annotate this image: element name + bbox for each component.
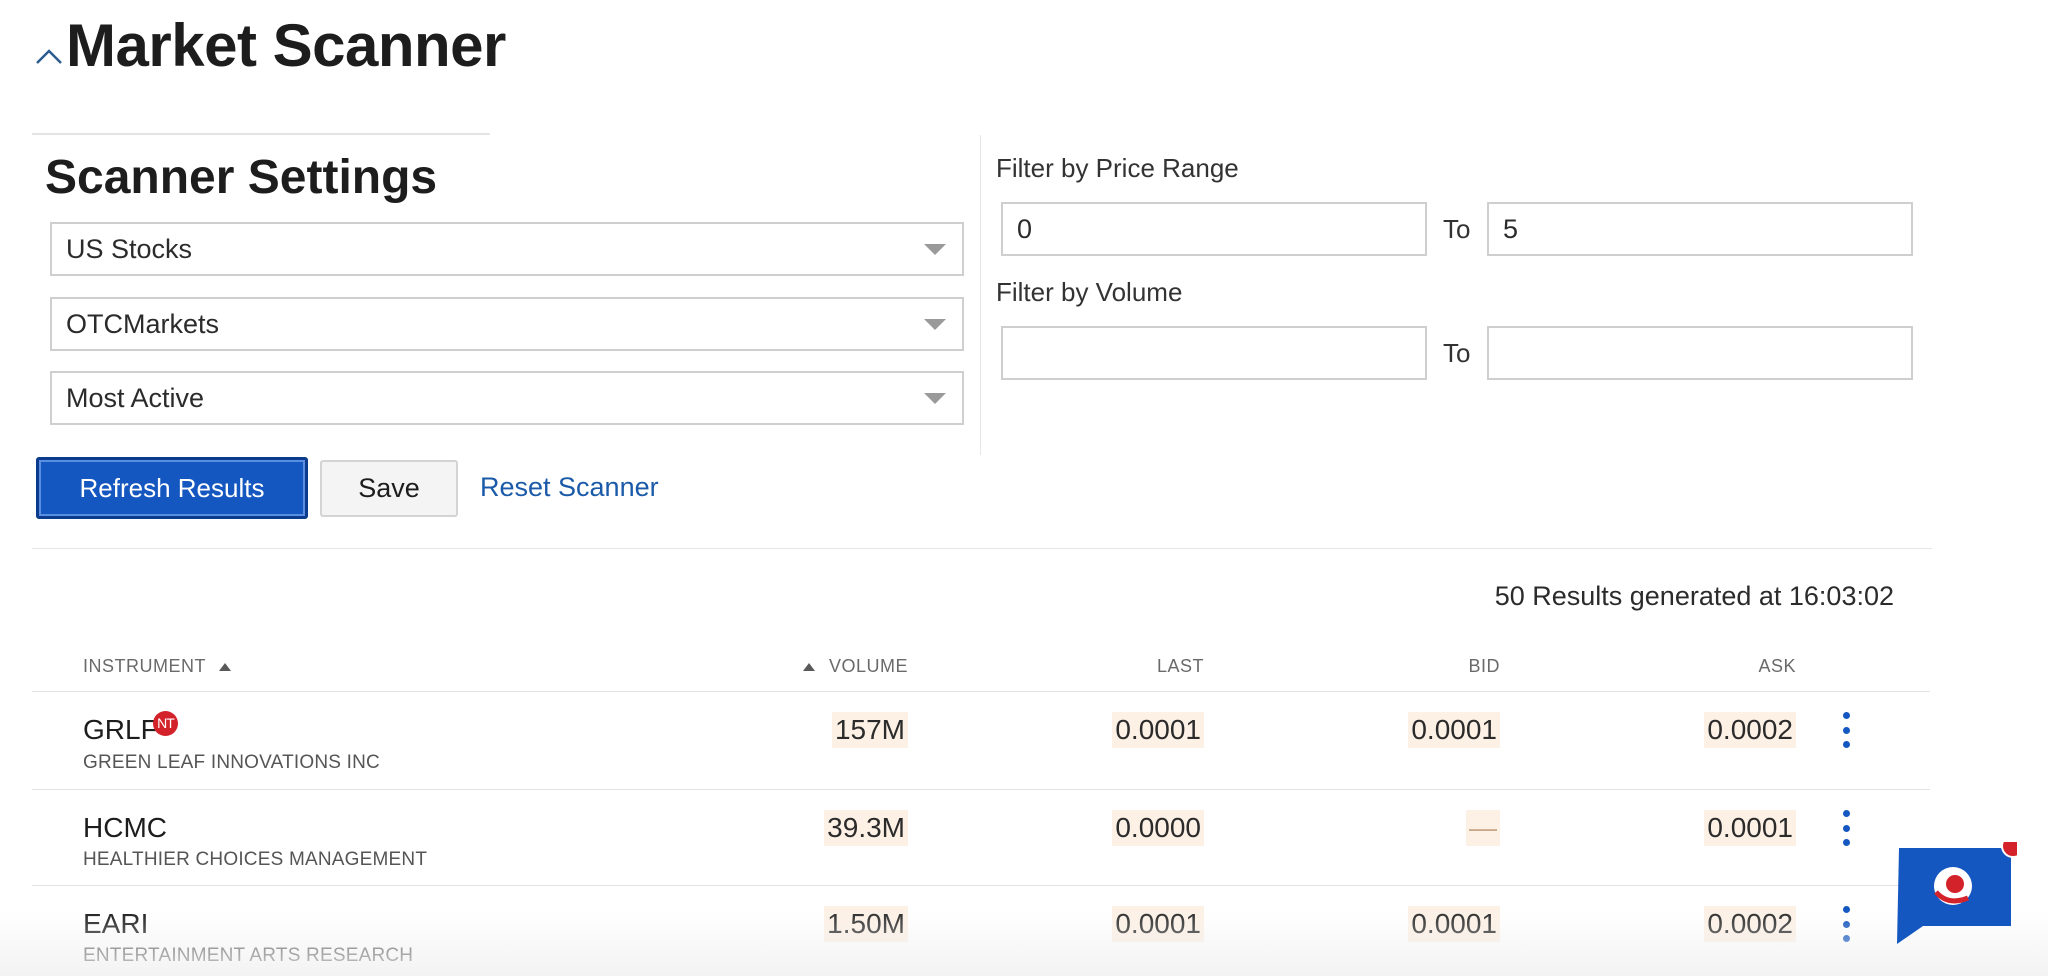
- row-last: 0.0001: [1112, 712, 1204, 748]
- scan-type-value: Most Active: [66, 382, 205, 413]
- price-to-label: To: [1443, 214, 1471, 244]
- column-header-volume[interactable]: VOLUME: [803, 654, 908, 678]
- caret-down-icon: [924, 244, 946, 255]
- kebab-menu-icon[interactable]: [1836, 712, 1856, 748]
- chevron-up-icon[interactable]: [34, 46, 64, 66]
- volume-to-input[interactable]: [1487, 326, 1913, 380]
- row-symbol[interactable]: EARI: [83, 907, 148, 941]
- row-volume: 1.50M: [824, 906, 908, 942]
- volume-to-label: To: [1443, 338, 1471, 368]
- column-header-bid[interactable]: BID: [1468, 654, 1500, 678]
- caret-down-icon: [924, 319, 946, 330]
- results-summary: 50 Results generated at 16:03:02: [1494, 581, 1894, 611]
- volume-label: Filter by Volume: [996, 277, 1183, 307]
- section-divider: [32, 548, 1932, 549]
- triangle-up-icon: [219, 663, 232, 672]
- instrument-type-select[interactable]: US Stocks: [50, 222, 964, 276]
- scan-type-select[interactable]: Most Active: [50, 371, 964, 425]
- row-bid: 0.0001: [1408, 906, 1500, 942]
- instrument-type-value: US Stocks: [66, 233, 193, 264]
- reset-scanner-link[interactable]: Reset Scanner: [480, 470, 659, 504]
- caret-down-icon: [924, 393, 946, 404]
- section-title-scanner-settings: Scanner Settings: [45, 151, 438, 204]
- price-to-input[interactable]: [1487, 202, 1913, 256]
- column-header-ask[interactable]: ASK: [1758, 654, 1796, 678]
- row-company-name: HEALTHIER CHOICES MANAGEMENT: [83, 849, 428, 870]
- refresh-results-button[interactable]: Refresh Results: [36, 457, 308, 519]
- volume-from-input[interactable]: [1001, 326, 1427, 380]
- title-divider: [32, 133, 490, 135]
- row-company-name: GREEN LEAF INNOVATIONS INC: [83, 752, 380, 773]
- price-from-input[interactable]: [1001, 202, 1427, 256]
- location-value: OTCMarkets: [66, 308, 220, 339]
- row-last: 0.0001: [1112, 906, 1204, 942]
- column-header-last[interactable]: LAST: [1157, 654, 1204, 678]
- row-bid: 0.0001: [1408, 712, 1500, 748]
- kebab-menu-icon[interactable]: [1836, 906, 1856, 942]
- row-symbol[interactable]: GRLF: [83, 713, 158, 747]
- row-ask: 0.0002: [1704, 712, 1796, 748]
- row-bid: —: [1466, 810, 1500, 846]
- column-header-instrument[interactable]: INSTRUMENT: [83, 654, 232, 678]
- triangle-up-icon: [803, 663, 816, 672]
- row-ask: 0.0002: [1704, 906, 1796, 942]
- page-title: Market Scanner: [66, 12, 506, 79]
- row-last: 0.0000: [1112, 810, 1204, 846]
- table-row[interactable]: [0, 692, 1930, 790]
- location-select[interactable]: OTCMarkets: [50, 297, 964, 351]
- status-badge: NT: [153, 711, 178, 736]
- price-range-label: Filter by Price Range: [996, 153, 1239, 183]
- row-volume: 157M: [831, 712, 908, 748]
- save-button[interactable]: Save: [320, 460, 458, 517]
- column-header-volume-label: VOLUME: [828, 656, 908, 676]
- row-ask: 0.0001: [1704, 810, 1796, 846]
- kebab-menu-icon[interactable]: [1836, 810, 1856, 846]
- chat-bubble-icon[interactable]: [1893, 842, 2017, 946]
- row-symbol[interactable]: HCMC: [83, 811, 167, 845]
- column-header-instrument-label: INSTRUMENT: [83, 656, 206, 676]
- row-company-name: ENTERTAINMENT ARTS RESEARCH: [83, 945, 414, 966]
- row-volume: 39.3M: [824, 810, 908, 846]
- settings-divider: [980, 135, 981, 455]
